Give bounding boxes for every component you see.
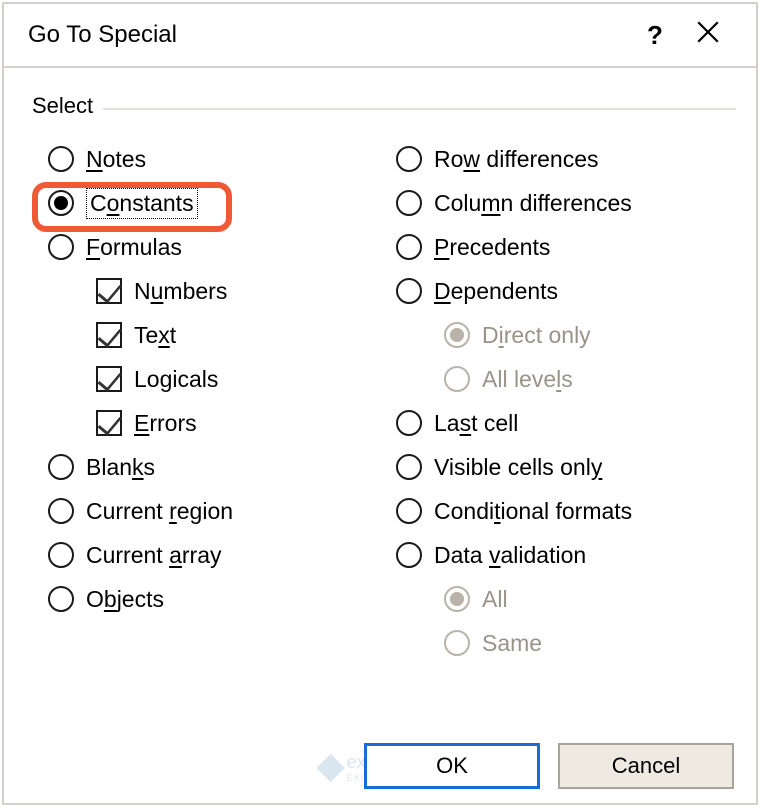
close-icon — [695, 19, 721, 45]
radio-current-region[interactable]: Current region — [48, 489, 388, 533]
radio-dependents[interactable]: Dependents — [396, 269, 736, 313]
radio-icon — [396, 234, 422, 260]
radio-column-differences[interactable]: Column differences — [396, 181, 736, 225]
radio-blanks[interactable]: Blanks — [48, 445, 388, 489]
content-area: Select Notes Constants Formulas — [4, 68, 756, 665]
check-text[interactable]: Text — [48, 313, 388, 357]
check-icon — [96, 278, 122, 304]
help-button[interactable]: ? — [632, 20, 678, 51]
radio-notes[interactable]: Notes — [48, 137, 388, 181]
label-same: Same — [482, 630, 542, 657]
radio-last-cell[interactable]: Last cell — [396, 401, 736, 445]
radio-visible-cells[interactable]: Visible cells only — [396, 445, 736, 489]
radio-icon — [444, 366, 470, 392]
label-last-cell: Last cell — [434, 410, 518, 437]
label-blanks: Blanks — [86, 454, 155, 481]
label-numbers: Numbers — [134, 278, 227, 305]
radio-row-differences[interactable]: Row differences — [396, 137, 736, 181]
radio-current-array[interactable]: Current array — [48, 533, 388, 577]
check-icon — [96, 410, 122, 436]
radio-icon — [444, 322, 470, 348]
label-objects: Objects — [86, 586, 164, 613]
watermark-logo-icon — [316, 753, 344, 781]
radio-icon — [396, 542, 422, 568]
radio-all-levels: All levels — [396, 357, 736, 401]
label-precedents: Precedents — [434, 234, 550, 261]
left-column: Notes Constants Formulas Numbers Text — [32, 137, 388, 665]
ok-button[interactable]: OK — [364, 743, 540, 789]
label-direct-only: Direct only — [482, 322, 591, 349]
radio-precedents[interactable]: Precedents — [396, 225, 736, 269]
label-conditional: Conditional formats — [434, 498, 632, 525]
label-text: Text — [134, 322, 176, 349]
check-numbers[interactable]: Numbers — [48, 269, 388, 313]
radio-icon — [396, 454, 422, 480]
label-col-diff: Column differences — [434, 190, 632, 217]
label-all-levels: All levels — [482, 366, 573, 393]
check-icon — [96, 322, 122, 348]
radio-all: All — [396, 577, 736, 621]
radio-objects[interactable]: Objects — [48, 577, 388, 621]
label-visible: Visible cells only — [434, 454, 602, 481]
radio-icon — [48, 146, 74, 172]
radio-conditional-formats[interactable]: Conditional formats — [396, 489, 736, 533]
radio-icon — [444, 630, 470, 656]
cancel-button[interactable]: Cancel — [558, 743, 734, 789]
radio-icon — [396, 190, 422, 216]
radio-icon — [48, 498, 74, 524]
radio-data-validation[interactable]: Data validation — [396, 533, 736, 577]
button-row: OK Cancel — [364, 743, 734, 789]
close-button[interactable] — [678, 19, 738, 52]
radio-icon — [48, 454, 74, 480]
radio-direct-only: Direct only — [396, 313, 736, 357]
label-current-region: Current region — [86, 498, 233, 525]
label-row-diff: Row differences — [434, 146, 599, 173]
label-logicals: Logicals — [134, 366, 218, 393]
check-icon — [96, 366, 122, 392]
radio-icon — [396, 146, 422, 172]
check-logicals[interactable]: Logicals — [48, 357, 388, 401]
dialog-title: Go To Special — [28, 21, 632, 49]
radio-icon — [396, 278, 422, 304]
go-to-special-dialog: Go To Special ? Select Notes Constants — [2, 2, 758, 805]
radio-same: Same — [396, 621, 736, 665]
radio-icon — [396, 410, 422, 436]
check-errors[interactable]: Errors — [48, 401, 388, 445]
radio-icon — [48, 586, 74, 612]
radio-icon — [48, 234, 74, 260]
radio-icon — [48, 542, 74, 568]
radio-icon — [396, 498, 422, 524]
label-formulas: Formulas — [86, 234, 182, 261]
group-separator — [94, 108, 736, 110]
right-column: Row differences Column differences Prece… — [388, 137, 736, 665]
radio-formulas[interactable]: Formulas — [48, 225, 388, 269]
radio-icon — [444, 586, 470, 612]
label-data-validation: Data validation — [434, 542, 586, 569]
label-all: All — [482, 586, 508, 613]
radio-constants[interactable]: Constants — [48, 181, 388, 225]
group-label: Select — [32, 93, 103, 119]
radio-icon — [48, 190, 74, 216]
label-current-array: Current array — [86, 542, 222, 569]
label-constants: Constants — [86, 188, 198, 219]
label-notes: Notes — [86, 146, 146, 173]
label-errors: Errors — [134, 410, 197, 437]
label-dependents: Dependents — [434, 278, 558, 305]
titlebar: Go To Special ? — [4, 4, 756, 68]
